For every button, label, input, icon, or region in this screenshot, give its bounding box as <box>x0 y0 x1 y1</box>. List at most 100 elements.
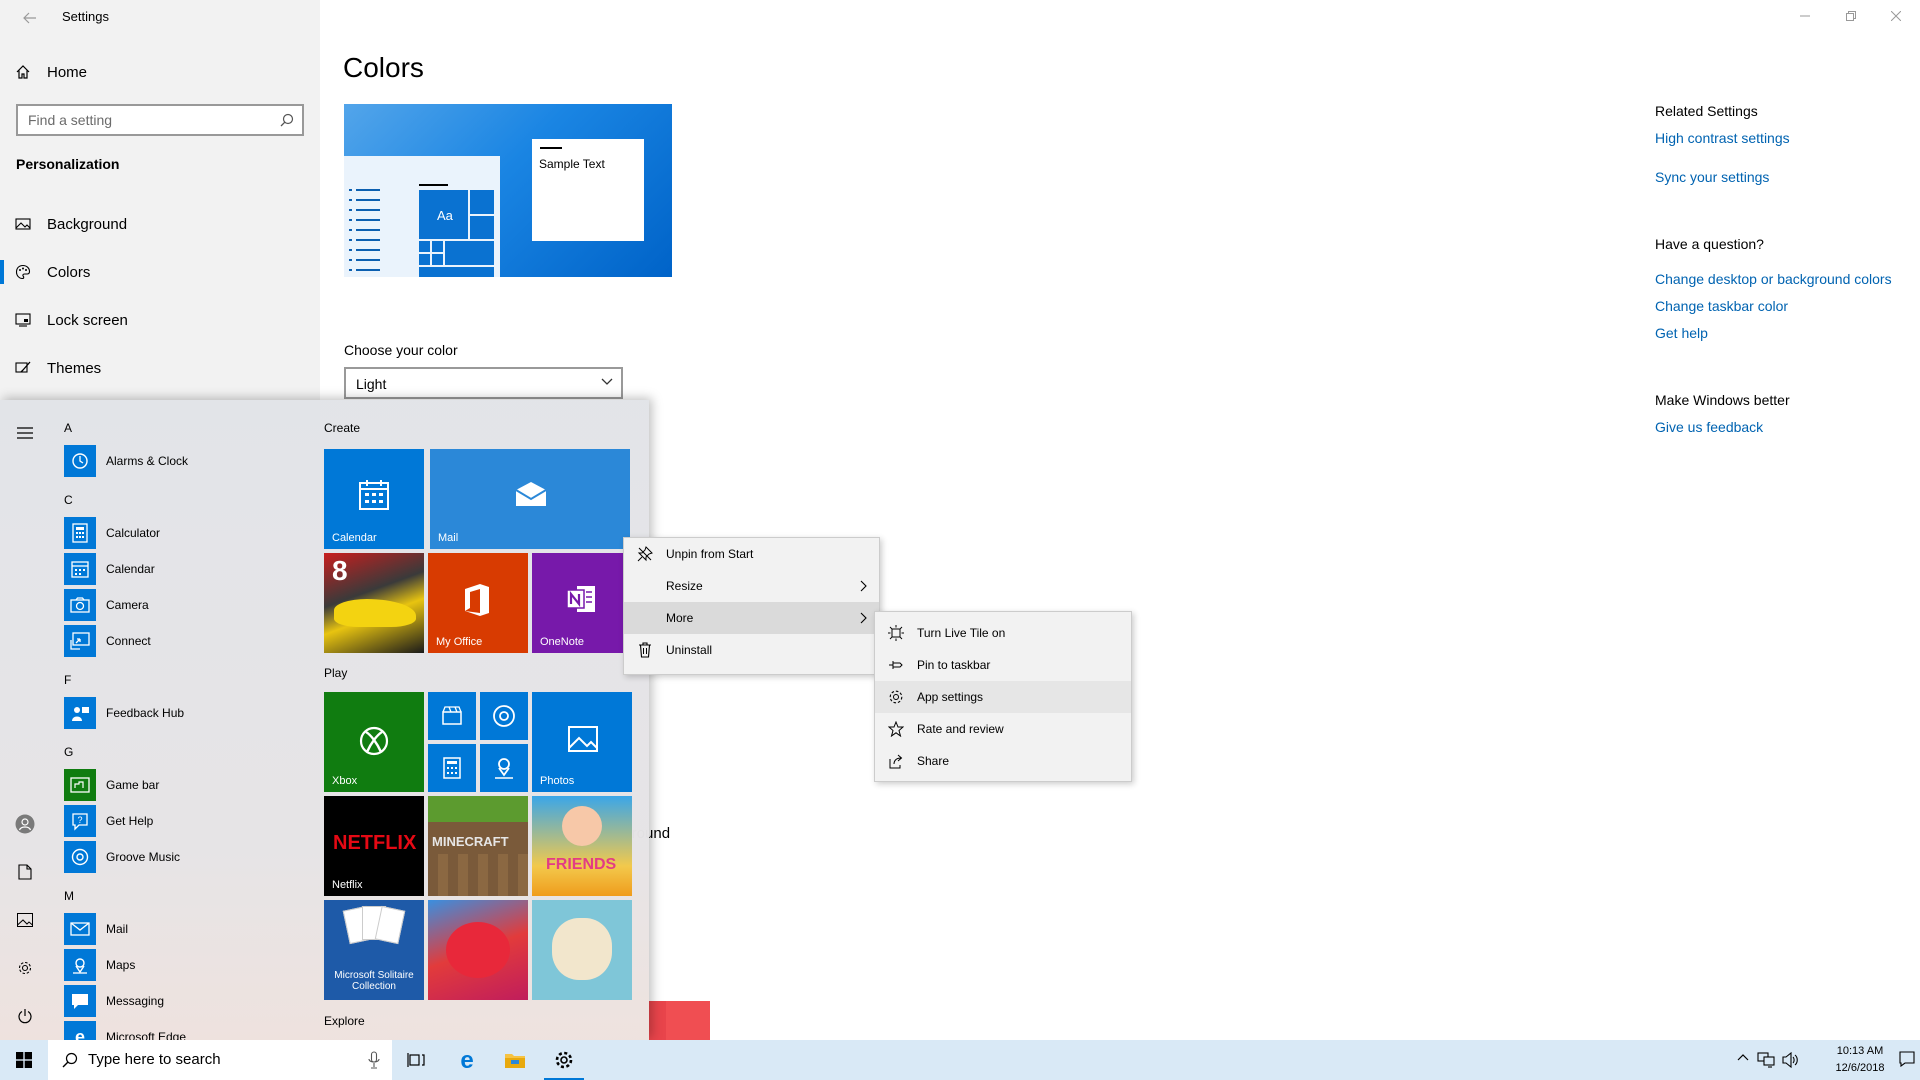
task-view-button[interactable] <box>392 1040 440 1080</box>
tile-solitaire[interactable]: Microsoft Solitaire Collection <box>324 900 424 1000</box>
documents-button[interactable] <box>14 861 36 883</box>
app-list-letter[interactable]: G <box>64 745 73 759</box>
sidebar-item-home[interactable]: Home <box>0 52 320 92</box>
tile-minecraft[interactable]: MINECRAFT <box>428 796 528 896</box>
get-help-link[interactable]: Get help <box>1655 325 1708 341</box>
list-item[interactable]: Mail <box>64 913 304 945</box>
find-setting-input[interactable] <box>18 106 268 134</box>
sidebar-item-themes[interactable]: Themes <box>0 348 320 388</box>
gear-icon <box>555 1051 573 1069</box>
edge-taskbar-button[interactable]: e <box>443 1040 491 1080</box>
list-item[interactable]: Calculator <box>64 517 304 549</box>
expand-menu-button[interactable] <box>14 422 36 444</box>
resize-item[interactable]: Resize <box>624 570 879 602</box>
sync-settings-link[interactable]: Sync your settings <box>1655 169 1769 185</box>
change-taskbar-color-link[interactable]: Change taskbar color <box>1655 298 1788 314</box>
minimize-button[interactable] <box>1790 6 1820 26</box>
search-icon[interactable] <box>280 113 294 127</box>
start-button[interactable] <box>0 1040 48 1080</box>
menu-item-label: Resize <box>666 579 703 593</box>
uninstall-item[interactable]: Uninstall <box>624 634 879 666</box>
tile-calendar[interactable]: Calendar <box>324 449 424 549</box>
power-button[interactable] <box>14 1005 36 1027</box>
taskbar-search-box[interactable]: Type here to search <box>48 1040 392 1080</box>
give-feedback-link[interactable]: Give us feedback <box>1655 419 1763 435</box>
tile-group-explore[interactable]: Explore <box>324 1014 365 1028</box>
app-list-letter[interactable]: F <box>64 673 71 687</box>
tile-asphalt-8[interactable]: 8 <box>324 553 424 653</box>
file-explorer-button[interactable] <box>491 1040 539 1080</box>
taskbar-search-text: Type here to search <box>88 1051 221 1068</box>
share-item[interactable]: Share <box>875 745 1131 777</box>
groove-music-icon <box>64 841 96 873</box>
app-list-letter[interactable]: C <box>64 493 73 507</box>
tile-group-play[interactable]: Play <box>324 666 347 680</box>
accent-swatch[interactable] <box>666 1001 710 1040</box>
film-icon <box>442 706 462 726</box>
tile-mail[interactable]: Mail <box>430 449 630 549</box>
list-item[interactable]: e Microsoft Edge <box>64 1021 304 1040</box>
pin-to-taskbar-item[interactable]: Pin to taskbar <box>875 649 1131 681</box>
sidebar-item-background[interactable]: Background <box>0 204 320 244</box>
netflix-logo: NETFLIX <box>333 832 417 854</box>
tile-calculator[interactable] <box>428 744 476 792</box>
volume-icon[interactable] <box>1782 1052 1800 1068</box>
character-face-graphic <box>562 806 602 846</box>
network-icon[interactable] <box>1757 1052 1775 1068</box>
high-contrast-link[interactable]: High contrast settings <box>1655 130 1790 146</box>
taskbar-clock[interactable]: 10:13 AM 12/6/2018 <box>1828 1043 1892 1077</box>
notification-icon[interactable] <box>1899 1051 1915 1067</box>
microphone-icon[interactable] <box>368 1051 380 1069</box>
tile-maps[interactable] <box>480 744 528 792</box>
choose-color-dropdown[interactable]: Light <box>344 367 623 399</box>
more-item[interactable]: More <box>624 602 879 634</box>
unpin-from-start-item[interactable]: Unpin from Start <box>624 538 879 570</box>
tile-groove-music[interactable] <box>480 692 528 740</box>
sidebar-item-lock-screen[interactable]: Lock screen <box>0 300 320 340</box>
tile-label: Calendar <box>332 532 377 544</box>
restore-button[interactable] <box>1836 6 1866 26</box>
rate-and-review-item[interactable]: Rate and review <box>875 713 1131 745</box>
mail-icon <box>64 913 96 945</box>
list-item[interactable]: Maps <box>64 949 304 981</box>
sidebar-item-label: Background <box>47 215 128 233</box>
settings-taskbar-button[interactable] <box>540 1040 588 1080</box>
change-background-colors-link[interactable]: Change desktop or background colors <box>1655 271 1892 287</box>
tile-candy-crush-soda[interactable] <box>428 900 528 1000</box>
close-button[interactable] <box>1881 6 1911 26</box>
onenote-icon <box>565 583 597 615</box>
tile-farm-heroes[interactable] <box>532 900 632 1000</box>
list-item[interactable]: Connect <box>64 625 304 657</box>
menu-item-label: Share <box>917 754 950 768</box>
tile-xbox[interactable]: Xbox <box>324 692 424 792</box>
list-item[interactable]: ? Get Help <box>64 805 304 837</box>
turn-live-tile-on-item[interactable]: Turn Live Tile on <box>875 617 1131 649</box>
tile-photos[interactable]: Photos <box>532 692 632 792</box>
tile-candy-crush-friends[interactable]: FRIENDS <box>532 796 632 896</box>
dropdown-value: Light <box>356 376 387 392</box>
list-item[interactable]: Camera <box>64 589 304 621</box>
connect-icon <box>64 625 96 657</box>
app-list-letter[interactable]: M <box>64 889 74 903</box>
list-item[interactable]: Feedback Hub <box>64 697 304 729</box>
list-item[interactable]: Groove Music <box>64 841 304 873</box>
unpin-icon <box>637 546 653 562</box>
back-button[interactable] <box>14 6 46 30</box>
list-item[interactable]: Calendar <box>64 553 304 585</box>
user-account-button[interactable] <box>14 813 36 835</box>
tile-onenote[interactable]: OneNote <box>532 553 630 653</box>
settings-button[interactable] <box>14 957 36 979</box>
show-hidden-icons-icon[interactable] <box>1737 1052 1749 1064</box>
tile-netflix[interactable]: NETFLIX Netflix <box>324 796 424 896</box>
app-list-letter[interactable]: A <box>64 421 72 435</box>
tile-my-office[interactable]: My Office <box>428 553 528 653</box>
list-item[interactable]: Alarms & Clock <box>64 445 304 477</box>
sidebar-item-colors[interactable]: Colors <box>0 252 320 292</box>
app-settings-item[interactable]: App settings <box>875 681 1131 713</box>
list-item[interactable]: Game bar <box>64 769 304 801</box>
pictures-button[interactable] <box>14 909 36 931</box>
tile-group-create[interactable]: Create <box>324 421 360 435</box>
list-item[interactable]: Messaging <box>64 985 304 1017</box>
app-name: Groove Music <box>106 850 181 864</box>
tile-movies-tv[interactable] <box>428 692 476 740</box>
